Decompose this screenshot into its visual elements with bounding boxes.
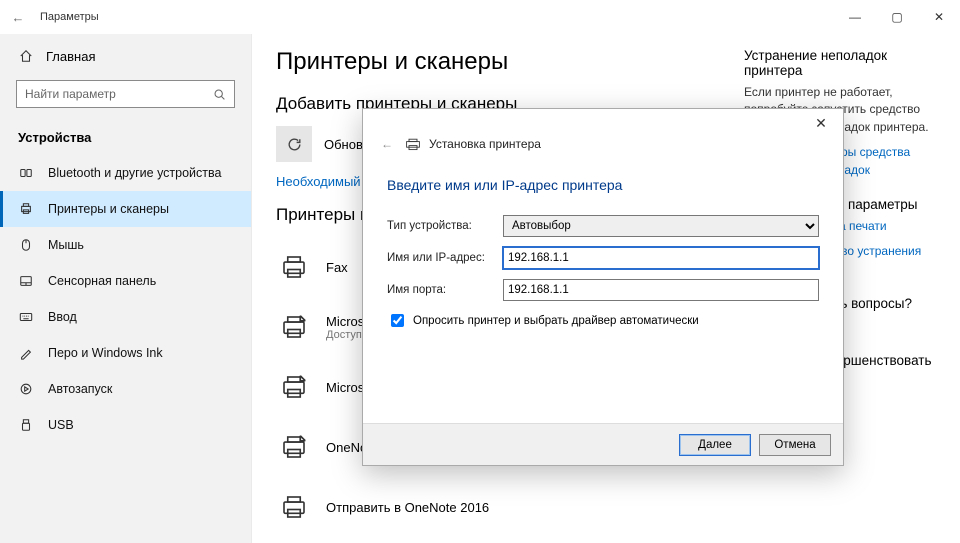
mouse-icon <box>18 237 34 253</box>
device-type-select[interactable]: Автовыбор <box>503 215 819 237</box>
printer-icon <box>18 201 34 217</box>
refresh-icon <box>286 136 303 153</box>
dialog-titlebar: ✕ <box>363 109 843 137</box>
sidebar-item-label: Bluetooth и другие устройства <box>48 166 221 180</box>
autodetect-checkbox[interactable] <box>391 314 404 327</box>
sidebar-item-bluetooth[interactable]: Bluetooth и другие устройства <box>0 155 251 191</box>
search-placeholder: Найти параметр <box>25 87 116 101</box>
dialog-title: Введите имя или IP-адрес принтера <box>387 177 819 193</box>
pen-icon <box>18 345 34 361</box>
cancel-button[interactable]: Отмена <box>759 434 831 456</box>
sidebar-item-label: Принтеры и сканеры <box>48 202 169 216</box>
printer-device-icon <box>276 249 312 285</box>
sidebar-item-autoplay[interactable]: Автозапуск <box>0 371 251 407</box>
add-printer-dialog: ✕ ← Установка принтера Введите имя или I… <box>362 108 844 466</box>
sidebar-item-label: USB <box>48 418 74 432</box>
bluetooth-icon <box>18 165 34 181</box>
sidebar-home[interactable]: Главная <box>0 40 251 72</box>
portname-input[interactable] <box>503 279 819 301</box>
sidebar-heading: Устройства <box>0 124 251 155</box>
maximize-button[interactable]: ▢ <box>876 2 918 32</box>
minimize-button[interactable]: — <box>834 2 876 32</box>
touchpad-icon <box>18 273 34 289</box>
printer-device-icon <box>276 429 312 465</box>
printer-wizard-icon <box>405 137 421 151</box>
hostname-input[interactable] <box>503 247 819 269</box>
page-title: Принтеры и сканеры <box>276 48 726 76</box>
sidebar-item-mouse[interactable]: Мышь <box>0 227 251 263</box>
refresh-button[interactable] <box>276 126 312 162</box>
autoplay-icon <box>18 381 34 397</box>
portname-row: Имя порта: <box>387 279 819 301</box>
printer-item[interactable]: Отправить в OneNote 2016 <box>276 477 726 537</box>
sidebar-item-touchpad[interactable]: Сенсорная панель <box>0 263 251 299</box>
sidebar-item-label: Перо и Windows Ink <box>48 346 163 360</box>
sidebar: Главная Найти параметр Устройства Blueto… <box>0 34 252 543</box>
window-controls: — ▢ ✕ <box>834 2 960 32</box>
printer-name: Отправить в OneNote 2016 <box>326 500 489 515</box>
hostname-label: Имя или IP-адрес: <box>387 252 503 264</box>
dialog-back-icon[interactable]: ← <box>381 137 393 151</box>
hostname-row: Имя или IP-адрес: <box>387 247 819 269</box>
printer-device-icon <box>276 369 312 405</box>
portname-label: Имя порта: <box>387 284 503 296</box>
close-button[interactable]: ✕ <box>918 2 960 32</box>
autodetect-checkbox-row[interactable]: Опросить принтер и выбрать драйвер автом… <box>387 311 819 330</box>
titlebar: ← Параметры — ▢ ✕ <box>0 0 960 34</box>
printer-name: Fax <box>326 260 348 275</box>
autodetect-label: Опросить принтер и выбрать драйвер автом… <box>413 315 699 327</box>
device-type-label: Тип устройства: <box>387 220 503 232</box>
next-button[interactable]: Далее <box>679 434 751 456</box>
printer-device-icon <box>276 309 312 345</box>
dialog-body: Введите имя или IP-адрес принтера Тип ус… <box>363 151 843 423</box>
sidebar-item-label: Мышь <box>48 238 84 252</box>
sidebar-item-pen[interactable]: Перо и Windows Ink <box>0 335 251 371</box>
device-type-row: Тип устройства: Автовыбор <box>387 215 819 237</box>
dialog-wizard-title: Установка принтера <box>429 137 541 151</box>
sidebar-item-usb[interactable]: USB <box>0 407 251 443</box>
window-title: Параметры <box>40 11 99 23</box>
keyboard-icon <box>18 309 34 325</box>
usb-icon <box>18 417 34 433</box>
troubleshoot-heading: Устранение неполадок принтера <box>744 48 936 78</box>
sidebar-home-label: Главная <box>46 49 95 64</box>
sidebar-item-label: Ввод <box>48 310 77 324</box>
printer-device-icon <box>276 489 312 525</box>
search-icon <box>213 88 226 101</box>
back-button[interactable]: ← <box>0 10 36 25</box>
sidebar-item-label: Сенсорная панель <box>48 274 156 288</box>
sidebar-item-label: Автозапуск <box>48 382 112 396</box>
sidebar-search[interactable]: Найти параметр <box>16 80 235 108</box>
sidebar-item-typing[interactable]: Ввод <box>0 299 251 335</box>
dialog-footer: Далее Отмена <box>363 423 843 465</box>
dialog-close-button[interactable]: ✕ <box>805 115 837 132</box>
dialog-header: ← Установка принтера <box>363 137 843 151</box>
sidebar-item-printers[interactable]: Принтеры и сканеры <box>0 191 251 227</box>
home-icon <box>18 48 34 64</box>
